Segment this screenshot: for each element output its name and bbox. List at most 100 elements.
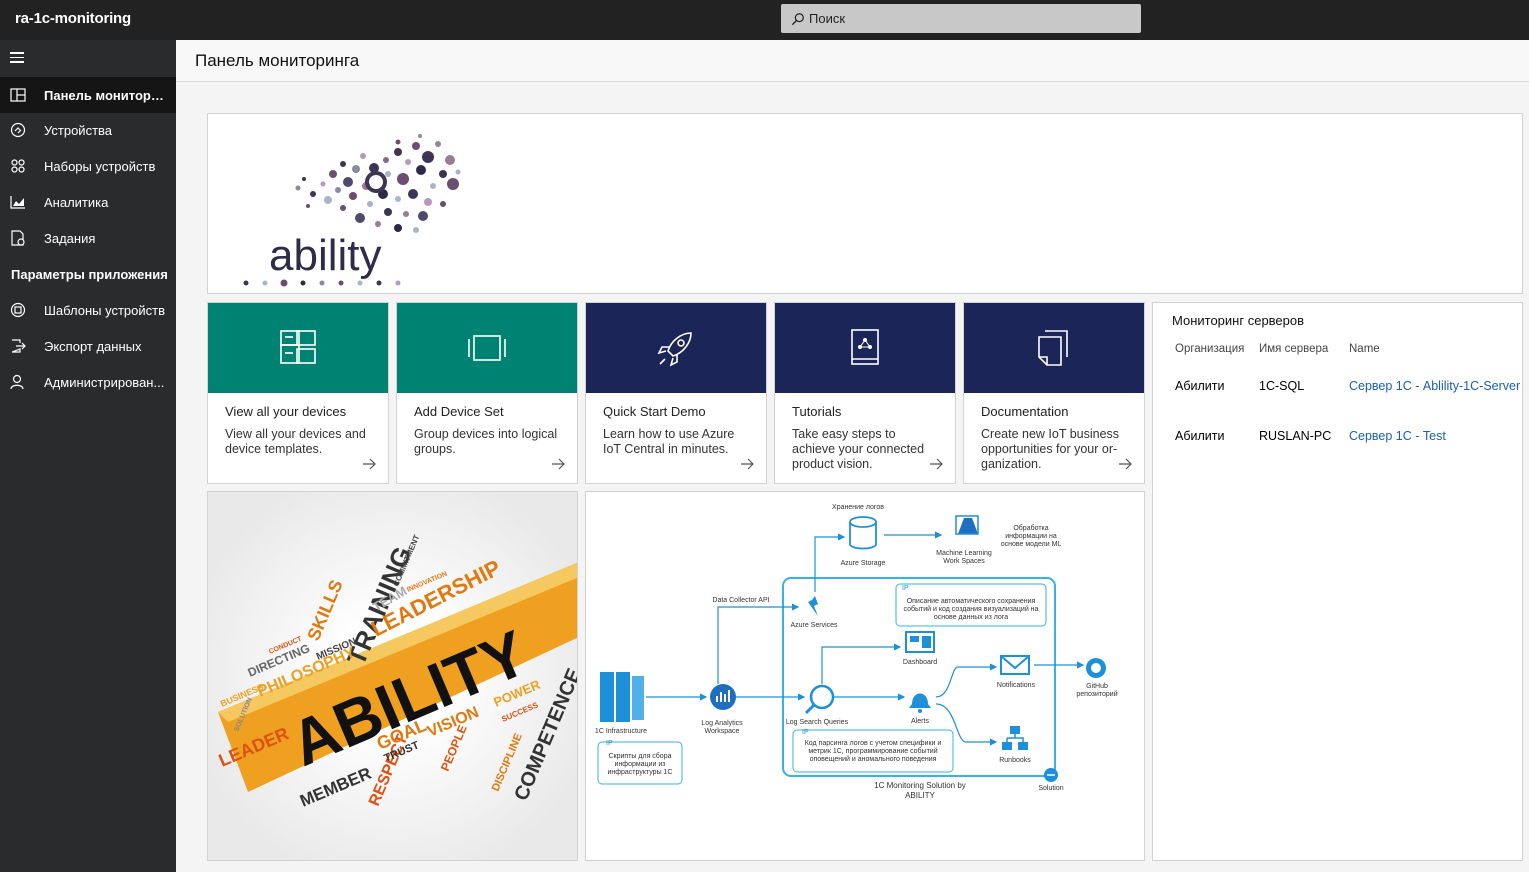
diagram-caption: 1C Monitoring Solution by ABILITY — [874, 781, 966, 800]
diagram-label: Azure Storage — [840, 560, 886, 567]
search-icon — [791, 12, 804, 25]
card-add-device-set[interactable]: Add Device Set Group devices into logica… — [396, 302, 578, 484]
diagram-label: IP — [802, 729, 809, 736]
sidebar-item-device-sets[interactable]: Наборы устройств — [0, 148, 176, 184]
table-header-row: Организация Имя сервера Name — [1175, 343, 1529, 365]
device-templates-icon — [0, 302, 44, 318]
sidebar-item-dashboard[interactable]: Панель монитори... — [0, 77, 176, 113]
diagram-label: Скрипты для сбора информации из инфрастр… — [607, 753, 673, 776]
card-description: Create new IoT business opportunities fo… — [981, 427, 1120, 471]
diagram-label: Log Search Queries — [785, 719, 849, 726]
arrow-right-icon[interactable] — [1118, 457, 1132, 471]
table-row: Абилити RUSLAN-PC Сервер 1С - Test — [1175, 429, 1529, 443]
card-quick-start[interactable]: Quick Start Demo Learn how to use Azure … — [585, 302, 767, 484]
diagram-label: Azure Services — [790, 622, 838, 629]
diagram-label: Описание автоматического сохранения собы… — [903, 598, 1039, 621]
sidebar-item-administration[interactable]: Администрирован... — [0, 364, 176, 400]
device-set-icon — [468, 335, 506, 361]
diagram-label: Solution — [1038, 785, 1064, 792]
logo-text: ability — [269, 231, 382, 280]
diagram-label: Dashboard — [902, 659, 938, 666]
card-view-devices[interactable]: View all your devices View all your devi… — [207, 302, 389, 484]
sidebar-item-jobs[interactable]: Задания — [0, 220, 176, 256]
table-row: Абилити 1C-SQL Сервер 1С - Ablility-1C-S… — [1175, 379, 1529, 393]
diagram-label: Обработка информации на основе модели ML — [1000, 525, 1062, 548]
diagram-label: IP — [902, 585, 909, 592]
sidebar-item-label: Наборы устройств — [44, 158, 156, 174]
card-header — [775, 303, 955, 393]
server-link[interactable]: Сервер 1С - Ablility-1C-Server — [1349, 379, 1529, 393]
sidebar-item-label: Экспорт данных — [44, 338, 142, 354]
sidebar-section-app-settings: Параметры приложения — [11, 267, 168, 282]
server-link[interactable]: Сервер 1С - Test — [1349, 429, 1529, 443]
sidebar-item-label: Задания — [44, 230, 96, 246]
book-icon — [851, 329, 879, 365]
dashboard-icon — [0, 87, 44, 103]
ability-wordcloud-image: ABILITY TRAINING LEADERSHIP SKILLS TEAM … — [207, 491, 578, 861]
sidebar-item-analytics[interactable]: Аналитика — [0, 184, 176, 220]
card-tutorials[interactable]: Tutorials Take easy steps to achieve you… — [774, 302, 956, 484]
card-title: Add Device Set — [414, 404, 504, 419]
card-title: Quick Start Demo — [603, 404, 706, 419]
sidebar-item-label: Устройства — [44, 122, 113, 138]
wordcloud-graphic: ABILITY TRAINING LEADERSHIP SKILLS TEAM … — [216, 533, 577, 811]
search-input[interactable]: Поиск — [809, 11, 845, 26]
card-description: Group devices into logical groups. — [414, 427, 558, 456]
card-documentation[interactable]: Documentation Create new IoT business op… — [963, 302, 1145, 484]
diagram-label: Notifications — [996, 682, 1036, 689]
arrow-right-icon[interactable] — [740, 457, 754, 471]
device-sets-icon — [0, 158, 44, 174]
logo-underline-dots — [243, 279, 401, 287]
administration-icon — [0, 374, 44, 390]
arrow-right-icon[interactable] — [551, 457, 565, 471]
documents-icon — [1038, 330, 1068, 366]
sidebar-item-label: Шаблоны устройств — [44, 302, 165, 318]
ability-logo: ability — [243, 134, 461, 287]
column-header: Name — [1349, 343, 1380, 355]
card-description: Take easy steps to achieve your connecte… — [792, 427, 925, 471]
sidebar: Панель монитори... Устройства Наборы уст… — [0, 40, 176, 872]
hamburger-menu-icon[interactable] — [10, 52, 28, 66]
diagram-label: Runbooks — [999, 757, 1031, 764]
top-bar: ra-1c-monitoring Поиск — [0, 0, 1529, 40]
diagram-label: Data Collector API — [712, 597, 770, 604]
app-title[interactable]: ra-1c-monitoring — [15, 10, 131, 27]
jobs-icon — [0, 230, 44, 246]
diagram-label: Код парсинга логов с учетом специфики и … — [804, 740, 942, 763]
card-title: Documentation — [981, 404, 1069, 419]
sidebar-item-device-templates[interactable]: Шаблоны устройств — [0, 292, 176, 328]
arrow-right-icon[interactable] — [929, 457, 943, 471]
card-title: Tutorials — [792, 404, 842, 419]
sidebar-item-label: Администрирован... — [44, 374, 165, 390]
diagram-label: GitHub репозиторий — [1076, 683, 1118, 698]
sidebar-item-data-export[interactable]: Экспорт данных — [0, 328, 176, 364]
panel-title: Мониторинг серверов — [1172, 313, 1305, 328]
arrow-right-icon[interactable] — [362, 457, 376, 471]
main-content: Панель мониторинга ability View all your… — [176, 40, 1529, 872]
sidebar-item-label: Панель монитори... — [44, 87, 166, 103]
search-box[interactable]: Поиск — [781, 4, 1141, 33]
diagram-label: Machine Learning Work Spaces — [936, 550, 992, 565]
diagram-label: Alerts — [911, 718, 929, 725]
rocket-icon — [657, 332, 692, 367]
server-monitoring-panel: Мониторинг серверов Организация Имя серв… — [1152, 302, 1523, 861]
logo-dots — [295, 134, 461, 233]
diagram-label: Log Analytics Workspace — [701, 720, 743, 735]
table-cell: 1C-SQL — [1259, 379, 1305, 393]
diagram-label: 1C Infrastructure — [594, 728, 648, 735]
devices-grid-icon — [280, 330, 316, 364]
page-header: Панель мониторинга — [176, 40, 1529, 82]
page-title: Панель мониторинга — [195, 51, 360, 70]
sidebar-item-devices[interactable]: Устройства — [0, 112, 176, 148]
card-description: Learn how to use Azure IoT Central in mi… — [603, 427, 735, 456]
logo-tile: ability — [207, 113, 1523, 294]
analytics-icon — [0, 194, 44, 210]
card-header — [397, 303, 577, 393]
architecture-diagram: Хранение логов Azure Storage Machine Lea… — [585, 491, 1145, 861]
diagram-label: Хранение логов — [832, 504, 884, 511]
server-table: Организация Имя сервера Name Абилити 1C-… — [1175, 343, 1529, 443]
table-cell: Абилити — [1175, 429, 1225, 443]
svg-text:SKILLS: SKILLS — [303, 577, 346, 644]
column-header: Организация — [1175, 343, 1245, 355]
card-header — [586, 303, 766, 393]
